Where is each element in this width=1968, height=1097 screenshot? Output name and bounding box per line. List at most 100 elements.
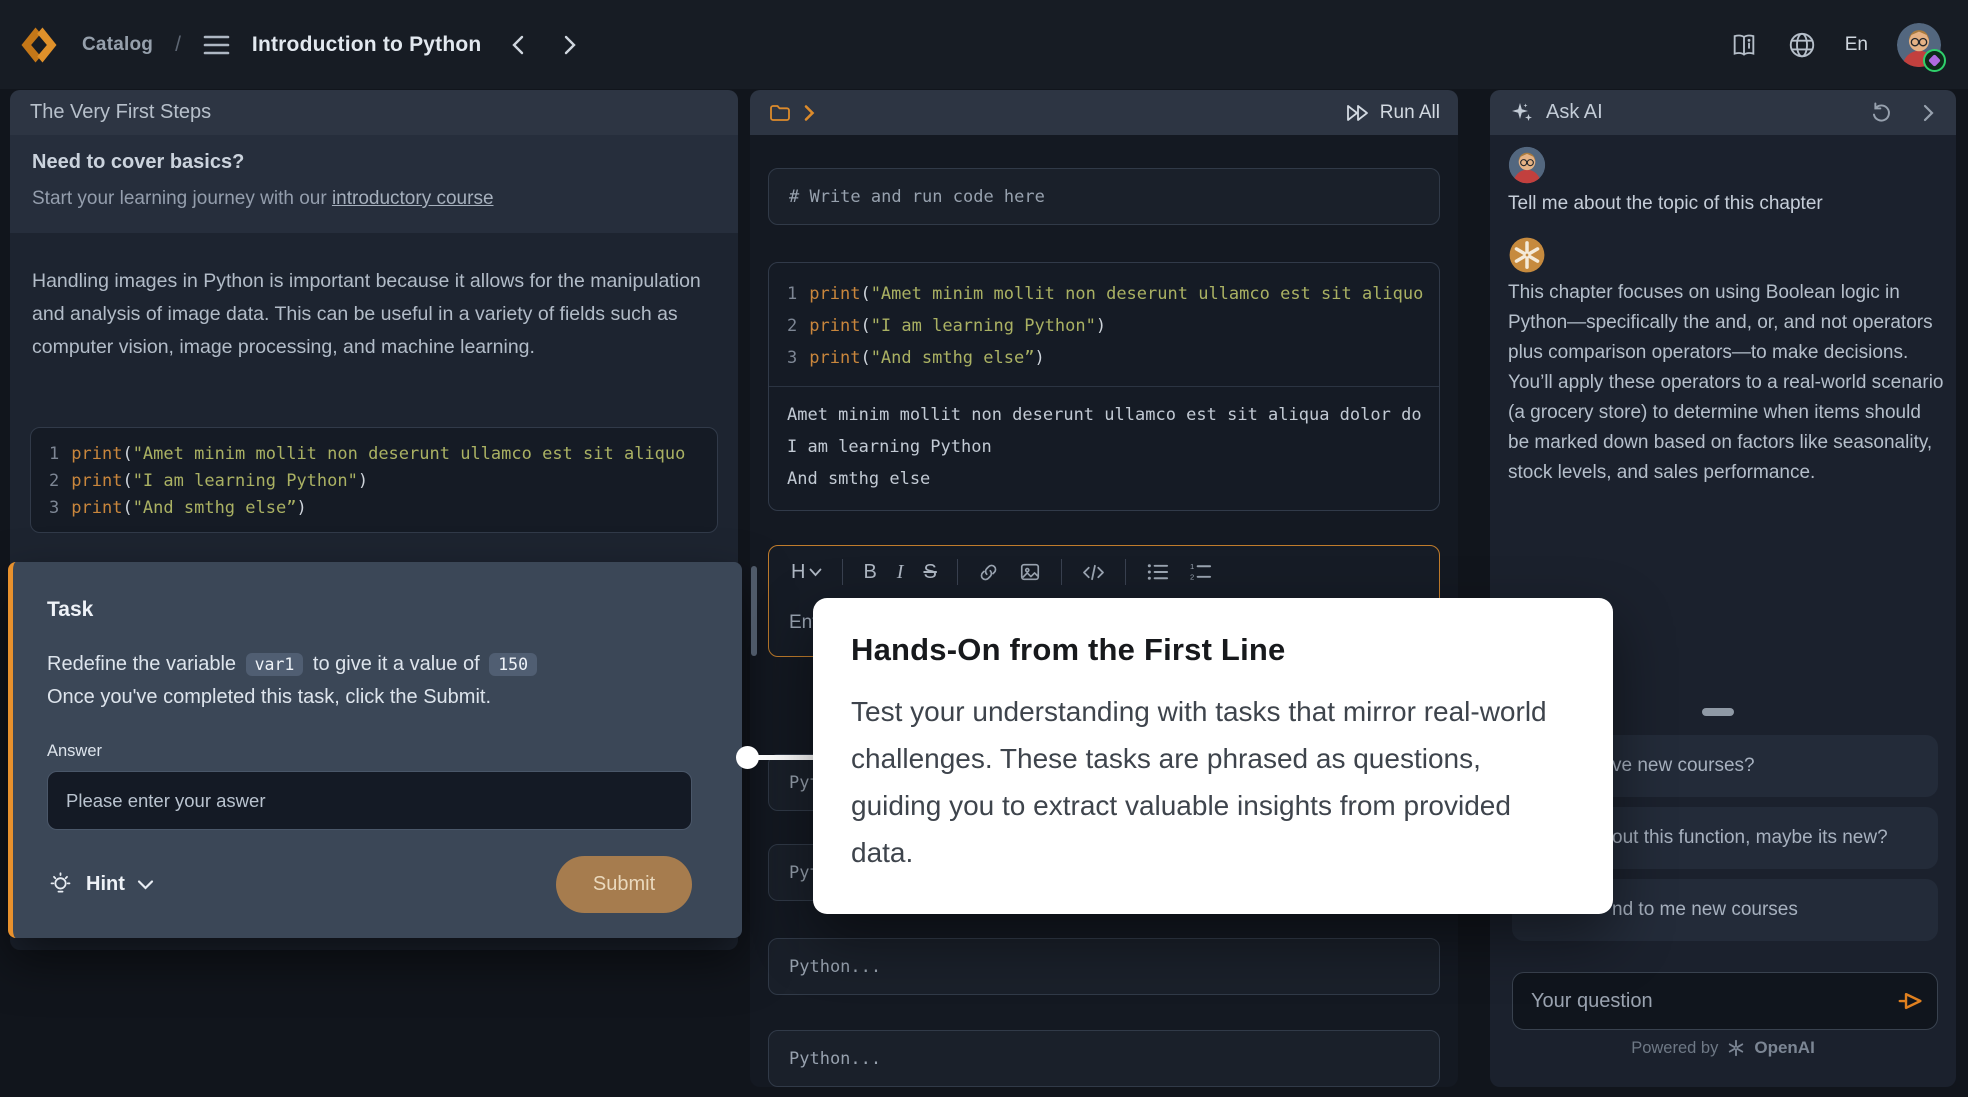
italic-icon: I <box>897 561 904 584</box>
promo-text: Start your learning journey with our <box>32 188 332 209</box>
next-chapter-button[interactable] <box>555 28 585 62</box>
bold-icon: B <box>863 561 876 584</box>
bullet-list-button[interactable] <box>1146 562 1169 582</box>
link-icon <box>978 562 999 583</box>
app-root: Catalog / Introduction to Python <box>0 0 1968 1097</box>
code-line: 1print("Amet minim mollit non deserunt u… <box>49 441 699 468</box>
folder-icon[interactable] <box>768 101 792 125</box>
bullet-list-icon <box>1146 562 1169 582</box>
strikethrough-button[interactable]: S <box>923 561 936 584</box>
task-instruction-line2: Once you've completed this task, click t… <box>47 681 702 714</box>
ai-avatar <box>1508 236 1546 274</box>
brand-logo-icon[interactable] <box>18 24 60 66</box>
task-title: Task <box>47 598 702 622</box>
glossary-book-icon[interactable] <box>1729 31 1759 59</box>
answer-label: Answer <box>47 742 702 761</box>
hint-chevron-down-icon <box>137 879 154 891</box>
heading-button[interactable]: H <box>791 561 822 584</box>
chat-user-avatar <box>1508 146 1546 184</box>
ordered-list-button[interactable]: 12 <box>1189 562 1212 582</box>
python-cell-input[interactable]: Python... <box>768 1030 1440 1087</box>
theory-panel-header: The Very First Steps <box>10 90 738 135</box>
code-line: 2print("I am learning Python") <box>49 468 699 495</box>
toolbar-divider <box>957 559 958 585</box>
powered-by: Powered by OpenAI <box>1490 1038 1956 1058</box>
ai-question-input[interactable] <box>1512 972 1938 1030</box>
toolbar-divider <box>1125 559 1126 585</box>
chapter-menu-icon[interactable] <box>203 34 230 56</box>
tooltip-title: Hands-On from the First Line <box>851 632 1575 668</box>
promo-banner: Need to cover basics? Start your learnin… <box>10 135 738 233</box>
promo-heading: Need to cover basics? <box>32 151 716 174</box>
task-card: Task Redefine the variable var1 to give … <box>8 562 742 938</box>
collapse-panel-icon[interactable] <box>1920 103 1936 123</box>
theory-paragraph: Handling images in Python is important b… <box>32 265 710 364</box>
code-line: 3print("And smthg else”) <box>49 495 699 522</box>
sparkles-icon <box>1510 101 1534 125</box>
hint-button[interactable]: Hint <box>47 871 154 898</box>
reset-chat-icon[interactable] <box>1868 100 1894 126</box>
ordered-list-icon: 12 <box>1189 562 1212 582</box>
submit-button[interactable]: Submit <box>556 856 692 913</box>
output-line: Amet minim mollit non deserunt ullamco e… <box>787 399 1421 431</box>
output-line: I am learning Python <box>787 431 1421 463</box>
breadcrumb-chevron-icon <box>802 104 816 122</box>
code-cell[interactable]: 1print("Amet minim mollit non deserunt u… <box>768 262 1440 511</box>
openai-label: OpenAI <box>1754 1038 1814 1058</box>
ask-ai-panel: Ask AI <box>1490 90 1956 1087</box>
hint-label: Hint <box>86 873 125 896</box>
chapter-section-title: The Very First Steps <box>30 101 211 124</box>
python-cell-input[interactable]: Python... <box>768 938 1440 995</box>
bold-button[interactable]: B <box>863 561 876 584</box>
language-label[interactable]: En <box>1845 34 1868 56</box>
onboarding-tooltip: Hands-On from the First Line Test your u… <box>813 598 1613 914</box>
ask-ai-title: Ask AI <box>1546 101 1603 124</box>
code-line: 2print("I am learning Python") <box>787 310 1421 342</box>
variable-chip: var1 <box>246 653 304 676</box>
send-question-button[interactable] <box>1896 986 1926 1016</box>
toolbar-divider <box>1061 559 1062 585</box>
scrollbar-thumb[interactable] <box>751 566 757 656</box>
ask-ai-header: Ask AI <box>1490 90 1956 135</box>
code-line: 3print("And smthg else”) <box>787 342 1421 374</box>
value-chip: 150 <box>489 653 537 676</box>
code-line: 1print("Amet minim mollit non deserunt u… <box>787 278 1421 310</box>
heading-icon: H <box>791 561 805 584</box>
user-message: Tell me about the topic of this chapter <box>1508 193 1823 215</box>
run-all-button[interactable]: Run All <box>1345 102 1440 124</box>
tooltip-connector-dot <box>736 746 759 769</box>
suggestions-drag-handle[interactable] <box>1702 708 1734 716</box>
top-nav: Catalog / Introduction to Python <box>0 0 1968 89</box>
openai-logo-icon <box>1726 1038 1746 1058</box>
ai-response: This chapter focuses on using Boolean lo… <box>1508 278 1944 488</box>
tooltip-body: Test your understanding with tasks that … <box>851 688 1575 876</box>
toolbar-divider <box>842 559 843 585</box>
tooltip-connector-line <box>755 755 815 760</box>
svg-text:2: 2 <box>1190 573 1194 582</box>
intro-course-link[interactable]: introductory course <box>332 188 494 209</box>
link-button[interactable] <box>978 562 999 583</box>
formatting-toolbar: H B I S <box>769 546 1439 598</box>
code-output: Amet minim mollit non deserunt ullamco e… <box>769 386 1439 507</box>
image-button[interactable] <box>1019 561 1041 583</box>
theory-code-block: 1print("Amet minim mollit non deserunt u… <box>30 427 718 533</box>
hint-bulb-icon <box>47 871 74 898</box>
italic-button[interactable]: I <box>897 561 904 584</box>
workspace-header: Run All <box>750 90 1458 135</box>
avatar-status-badge <box>1923 49 1946 72</box>
page-title: Introduction to Python <box>252 33 482 57</box>
code-editor-input[interactable]: # Write and run code here <box>768 168 1440 225</box>
run-all-label: Run All <box>1380 102 1440 124</box>
code-button[interactable] <box>1082 563 1105 582</box>
user-avatar[interactable] <box>1896 22 1942 68</box>
code-icon <box>1082 563 1105 582</box>
output-line: And smthg else <box>787 463 1421 495</box>
run-all-icon <box>1345 102 1371 124</box>
breadcrumb-catalog[interactable]: Catalog <box>82 34 153 56</box>
image-icon <box>1019 561 1041 583</box>
send-icon <box>1896 986 1926 1016</box>
language-globe-icon[interactable] <box>1787 30 1817 60</box>
svg-text:1: 1 <box>1190 562 1194 571</box>
answer-input[interactable] <box>47 771 692 830</box>
prev-chapter-button[interactable] <box>503 28 533 62</box>
